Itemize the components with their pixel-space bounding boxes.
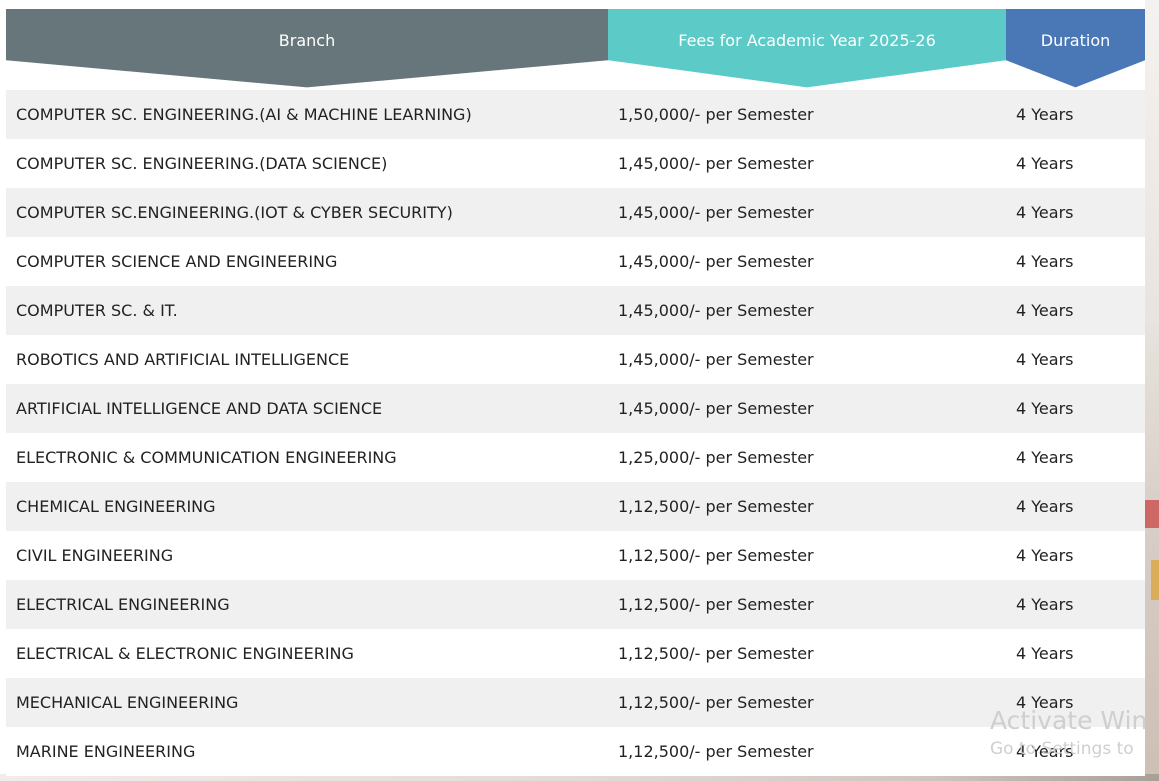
cell-fees: 1,25,000/- per Semester	[618, 448, 814, 467]
table-row: ELECTRICAL & ELECTRONIC ENGINEERING 1,12,…	[6, 629, 1145, 678]
cell-branch: COMPUTER SC.ENGINEERING.(IOT & CYBER SEC…	[16, 203, 453, 222]
cell-duration: 4 Years	[1016, 644, 1074, 663]
cell-fees: 1,50,000/- per Semester	[618, 105, 814, 124]
header-duration: Duration	[1006, 9, 1145, 88]
watermark-title: Activate Win	[990, 706, 1148, 735]
cell-branch: CIVIL ENGINEERING	[16, 546, 174, 565]
cell-fees: 1,45,000/- per Semester	[618, 203, 814, 222]
background-photo-edge	[1145, 0, 1159, 781]
table-row: MARINE ENGINEERING 1,12,500/- per Semeste…	[6, 727, 1145, 776]
cell-branch: MECHANICAL ENGINEERING	[16, 693, 239, 712]
cell-duration: 4 Years	[1016, 154, 1074, 173]
table-row: COMPUTER SC. & IT. 1,45,000/- per Semeste…	[6, 286, 1145, 335]
cell-branch: CHEMICAL ENGINEERING	[16, 497, 216, 516]
background-decoration	[1145, 500, 1159, 528]
cell-branch: COMPUTER SC. ENGINEERING.(AI & MACHINE L…	[16, 105, 472, 124]
cell-fees: 1,12,500/- per Semester	[618, 595, 814, 614]
cell-branch: ELECTRONIC & COMMUNICATION ENGINEERING	[16, 448, 397, 467]
cell-fees: 1,12,500/- per Semester	[618, 742, 814, 761]
cell-fees: 1,12,500/- per Semester	[618, 546, 814, 565]
cell-duration: 4 Years	[1016, 350, 1074, 369]
table-row: COMPUTER SCIENCE AND ENGINEERING 1,45,000…	[6, 237, 1145, 286]
table-row: COMPUTER SC.ENGINEERING.(IOT & CYBER SEC…	[6, 188, 1145, 237]
header-fees-label: Fees for Academic Year 2025-26	[678, 31, 936, 50]
table-row: ELECTRONIC & COMMUNICATION ENGINEERING 1,…	[6, 433, 1145, 482]
fees-table: Branch Fees for Academic Year 2025-26 Du…	[6, 9, 1145, 776]
cell-duration: 4 Years	[1016, 497, 1074, 516]
cell-fees: 1,12,500/- per Semester	[618, 497, 814, 516]
cell-duration: 4 Years	[1016, 546, 1074, 565]
cell-duration: 4 Years	[1016, 105, 1074, 124]
cell-duration: 4 Years	[1016, 448, 1074, 467]
cell-duration: 4 Years	[1016, 399, 1074, 418]
cell-fees: 1,12,500/- per Semester	[618, 644, 814, 663]
cell-fees: 1,45,000/- per Semester	[618, 399, 814, 418]
cell-fees: 1,45,000/- per Semester	[618, 252, 814, 271]
cell-duration: 4 Years	[1016, 595, 1074, 614]
cell-branch: MARINE ENGINEERING	[16, 742, 196, 761]
watermark-subtitle: Go to Settings to	[990, 739, 1134, 759]
table-row: COMPUTER SC. ENGINEERING.(DATA SCIENCE) 1…	[6, 139, 1145, 188]
cell-branch: ROBOTICS AND ARTIFICIAL INTELLIGENCE	[16, 350, 350, 369]
table-header: Branch Fees for Academic Year 2025-26 Du…	[6, 9, 1145, 89]
table-row: ARTIFICIAL INTELLIGENCE AND DATA SCIENCE…	[6, 384, 1145, 433]
cell-branch: COMPUTER SC. ENGINEERING.(DATA SCIENCE)	[16, 154, 388, 173]
table-row: CIVIL ENGINEERING 1,12,500/- per Semester…	[6, 531, 1145, 580]
windows-activation-watermark: Activate Win Go to Settings to	[990, 708, 1147, 758]
cell-fees: 1,12,500/- per Semester	[618, 693, 814, 712]
cell-branch: ELECTRICAL ENGINEERING	[16, 595, 230, 614]
cell-branch: ARTIFICIAL INTELLIGENCE AND DATA SCIENCE	[16, 399, 383, 418]
header-duration-label: Duration	[1040, 31, 1111, 50]
table-row: ELECTRICAL ENGINEERING 1,12,500/- per Sem…	[6, 580, 1145, 629]
header-branch-label: Branch	[278, 31, 336, 50]
cell-duration: 4 Years	[1016, 252, 1074, 271]
table-body: COMPUTER SC. ENGINEERING.(AI & MACHINE L…	[6, 90, 1145, 776]
table-row: CHEMICAL ENGINEERING 1,12,500/- per Semes…	[6, 482, 1145, 531]
cell-fees: 1,45,000/- per Semester	[618, 350, 814, 369]
cell-fees: 1,45,000/- per Semester	[618, 301, 814, 320]
cell-branch: COMPUTER SC. & IT.	[16, 301, 178, 320]
cell-branch: COMPUTER SCIENCE AND ENGINEERING	[16, 252, 338, 271]
table-row: ROBOTICS AND ARTIFICIAL INTELLIGENCE 1,45…	[6, 335, 1145, 384]
cell-branch: ELECTRICAL & ELECTRONIC ENGINEERING	[16, 644, 354, 663]
cell-duration: 4 Years	[1016, 203, 1074, 222]
cell-duration: 4 Years	[1016, 301, 1074, 320]
table-row: MECHANICAL ENGINEERING 1,12,500/- per Sem…	[6, 678, 1145, 727]
header-branch: Branch	[6, 9, 608, 88]
header-fees: Fees for Academic Year 2025-26	[608, 9, 1006, 88]
background-decoration	[1151, 560, 1159, 600]
table-row: COMPUTER SC. ENGINEERING.(AI & MACHINE L…	[6, 90, 1145, 139]
cell-fees: 1,45,000/- per Semester	[618, 154, 814, 173]
